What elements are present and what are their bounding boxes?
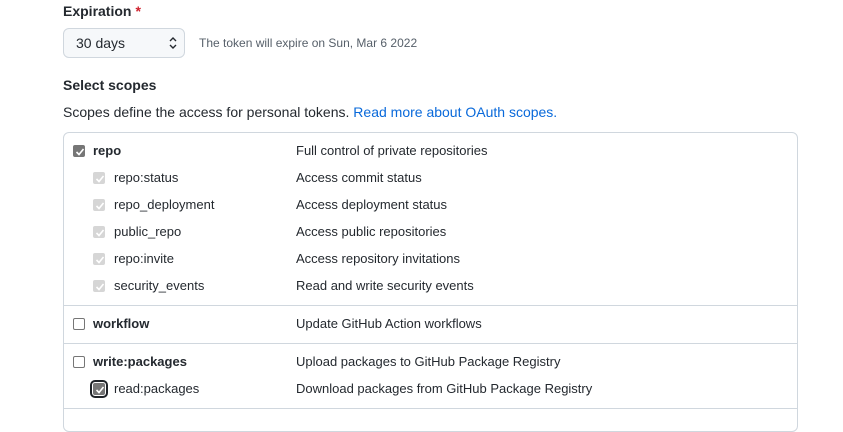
scope-name: repo:status [114, 170, 179, 185]
expiration-select[interactable]: 30 days [63, 28, 185, 58]
scopes-description-text: Scopes define the access for personal to… [63, 104, 350, 120]
scope-description: Download packages from GitHub Package Re… [296, 381, 593, 396]
scopes-list: repo Full control of private repositorie… [63, 132, 798, 432]
scope-row-security-events: security_events Read and write security … [64, 273, 797, 300]
check-icon [95, 229, 105, 237]
scope-row-public-repo: public_repo Access public repositories [64, 219, 797, 246]
check-icon [95, 386, 105, 394]
scope-row-workflow: workflow Update GitHub Action workflows [64, 311, 797, 338]
scopes-description: Scopes define the access for personal to… [63, 104, 557, 120]
check-icon [95, 202, 105, 210]
scope-row-repo-status: repo:status Access commit status [64, 165, 797, 192]
expiration-label: Expiration * [63, 3, 141, 19]
checkbox-repo-status[interactable] [93, 172, 105, 184]
scope-name: workflow [93, 316, 150, 331]
checkbox-repo-deployment[interactable] [93, 199, 105, 211]
divider [64, 408, 797, 409]
scope-row-read-packages: read:packages Download packages from Git… [64, 376, 797, 403]
divider [64, 343, 797, 344]
checkbox-write-packages[interactable] [73, 356, 85, 368]
checkbox-workflow[interactable] [73, 318, 85, 330]
checkbox-repo-invite[interactable] [93, 253, 105, 265]
checkbox-security-events[interactable] [93, 280, 105, 292]
scope-row-repo-invite: repo:invite Access repository invitation… [64, 246, 797, 273]
select-scopes-heading: Select scopes [63, 77, 157, 93]
divider [64, 305, 797, 306]
expiration-select-value: 30 days [76, 35, 126, 51]
scope-name: repo_deployment [114, 197, 215, 212]
expiration-note: The token will expire on Sun, Mar 6 2022 [199, 36, 418, 50]
scope-name: read:packages [114, 381, 200, 396]
scope-row-repo: repo Full control of private repositorie… [64, 138, 797, 165]
scope-name: write:packages [93, 354, 187, 369]
scope-name: repo [93, 143, 122, 158]
oauth-scopes-link[interactable]: Read more about OAuth scopes. [353, 104, 557, 120]
scope-row-repo-deployment: repo_deployment Access deployment status [64, 192, 797, 219]
required-mark: * [135, 3, 141, 19]
scope-name: security_events [114, 278, 205, 293]
select-arrows-icon [169, 37, 177, 49]
check-icon [95, 175, 105, 183]
expiration-label-text: Expiration [63, 3, 132, 19]
checkbox-public-repo[interactable] [93, 226, 105, 238]
scope-name: repo:invite [114, 251, 174, 266]
scope-description: Upload packages to GitHub Package Regist… [296, 354, 561, 369]
scope-row-write-packages: write:packages Upload packages to GitHub… [64, 349, 797, 376]
check-icon [95, 283, 105, 291]
scope-description: Access commit status [296, 170, 422, 185]
scope-description: Access deployment status [296, 197, 448, 212]
scope-description: Update GitHub Action workflows [296, 316, 482, 331]
check-icon [75, 148, 85, 156]
scope-description: Read and write security events [296, 278, 474, 293]
checkbox-read-packages[interactable] [90, 380, 108, 398]
scope-description: Access public repositories [296, 224, 447, 239]
scope-name: public_repo [114, 224, 182, 239]
scope-description: Access repository invitations [296, 251, 461, 266]
check-icon [95, 256, 105, 264]
scope-description: Full control of private repositories [296, 143, 488, 158]
checkbox-repo[interactable] [73, 145, 85, 157]
